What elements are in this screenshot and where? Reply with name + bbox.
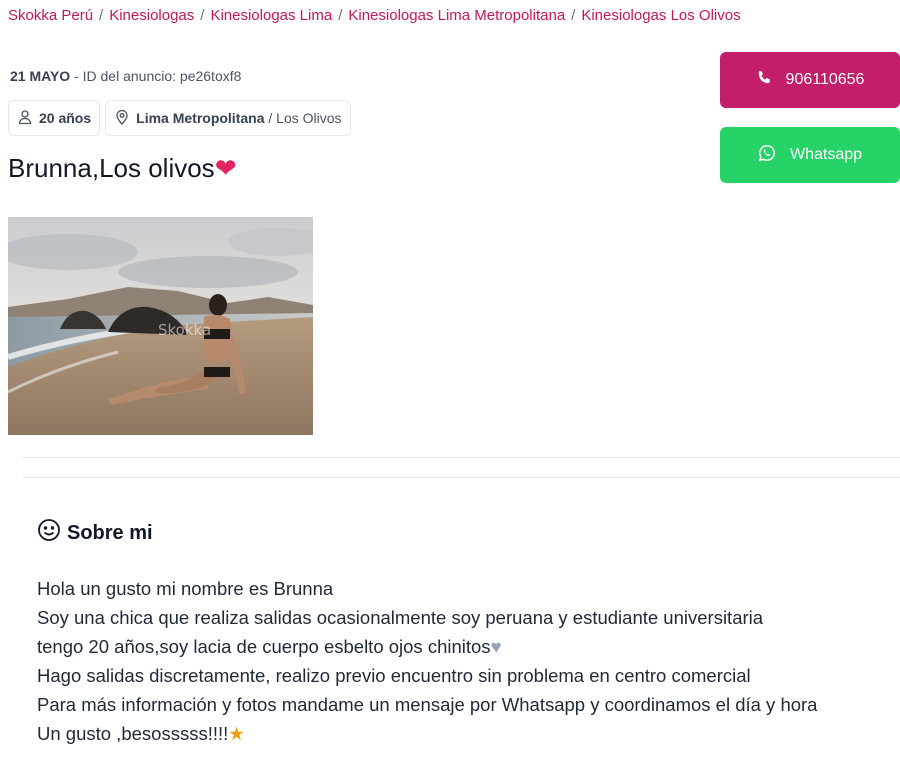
- about-line-text: Un gusto ,besosssss!!!!: [37, 723, 229, 744]
- whatsapp-button[interactable]: Whatsapp: [720, 127, 900, 183]
- breadcrumb-link-lima-metropolitana[interactable]: Kinesiologas Lima Metropolitana: [348, 7, 565, 24]
- breadcrumb-separator: /: [200, 7, 205, 24]
- phone-number: 906110656: [785, 71, 865, 88]
- location-region: Lima Metropolitana: [136, 110, 265, 126]
- photo-watermark: Skokka: [158, 321, 211, 339]
- breadcrumb-separator: /: [338, 7, 343, 24]
- breadcrumb: Skokka Perú / Kinesiologas / Kinesiologas Li…: [8, 7, 741, 24]
- ad-date: 21 MAYO: [10, 68, 71, 84]
- heart-emoji: ❤: [214, 153, 237, 183]
- phone-icon: [756, 70, 772, 91]
- listing-photo[interactable]: Skokka: [8, 217, 313, 435]
- listing-title: Brunna,Los olivos❤: [8, 153, 236, 184]
- ad-meta: 21 MAYO - ID del anuncio: pe26toxf8: [10, 68, 241, 84]
- about-line: Hola un gusto mi nombre es Brunna: [37, 578, 334, 599]
- about-line: Para más información y fotos mandame un …: [37, 694, 818, 715]
- breadcrumb-link-kinesiologas[interactable]: Kinesiologas: [109, 7, 194, 24]
- location-pin-icon: [114, 109, 130, 128]
- about-line: Un gusto ,besosssss!!!!★: [37, 719, 817, 748]
- age-value: 20 años: [39, 110, 92, 126]
- breadcrumb-separator: /: [99, 7, 104, 24]
- ad-chips: 20 años Lima Metropolitana / Los Olivos: [8, 100, 351, 136]
- whatsapp-label: Whatsapp: [789, 146, 863, 163]
- smiley-icon: [37, 518, 61, 548]
- whatsapp-icon: [758, 144, 776, 167]
- divider: [22, 457, 900, 458]
- breadcrumb-link-los-olivos[interactable]: Kinesiologas Los Olivos: [581, 7, 740, 24]
- beach-photo-image: Skokka: [8, 217, 313, 435]
- call-button[interactable]: 906110656: [720, 52, 900, 108]
- about-heading-text: Sobre mi: [67, 521, 153, 544]
- about-line: Soy una chica que realiza salidas ocasio…: [37, 607, 764, 628]
- breadcrumb-link-skokka-peru[interactable]: Skokka Perú: [8, 7, 93, 24]
- about-line: Hago salidas discretamente, realizo prev…: [37, 665, 751, 686]
- about-line-text: tengo 20 años,soy lacia de cuerpo esbelt…: [37, 636, 491, 657]
- about-description: Hola un gusto mi nombre es Brunna Soy un…: [37, 574, 817, 748]
- star-emoji: ★: [228, 723, 245, 744]
- about-line: tengo 20 años,soy lacia de cuerpo esbelt…: [37, 632, 817, 661]
- breadcrumb-separator: /: [571, 7, 576, 24]
- divider: [22, 477, 900, 478]
- ad-id: - ID del anuncio: pe26toxf8: [70, 68, 242, 84]
- about-heading: Sobre mi: [37, 518, 153, 548]
- user-icon: [17, 109, 33, 128]
- location-chip: Lima Metropolitana / Los Olivos: [105, 100, 351, 136]
- location-district: / Los Olivos: [264, 110, 342, 126]
- age-chip: 20 años: [8, 100, 101, 136]
- listing-title-text: Brunna,Los olivos: [8, 153, 215, 183]
- grey-heart-emoji: ♥: [490, 636, 502, 657]
- breadcrumb-link-kinesiologas-lima[interactable]: Kinesiologas Lima: [210, 7, 332, 24]
